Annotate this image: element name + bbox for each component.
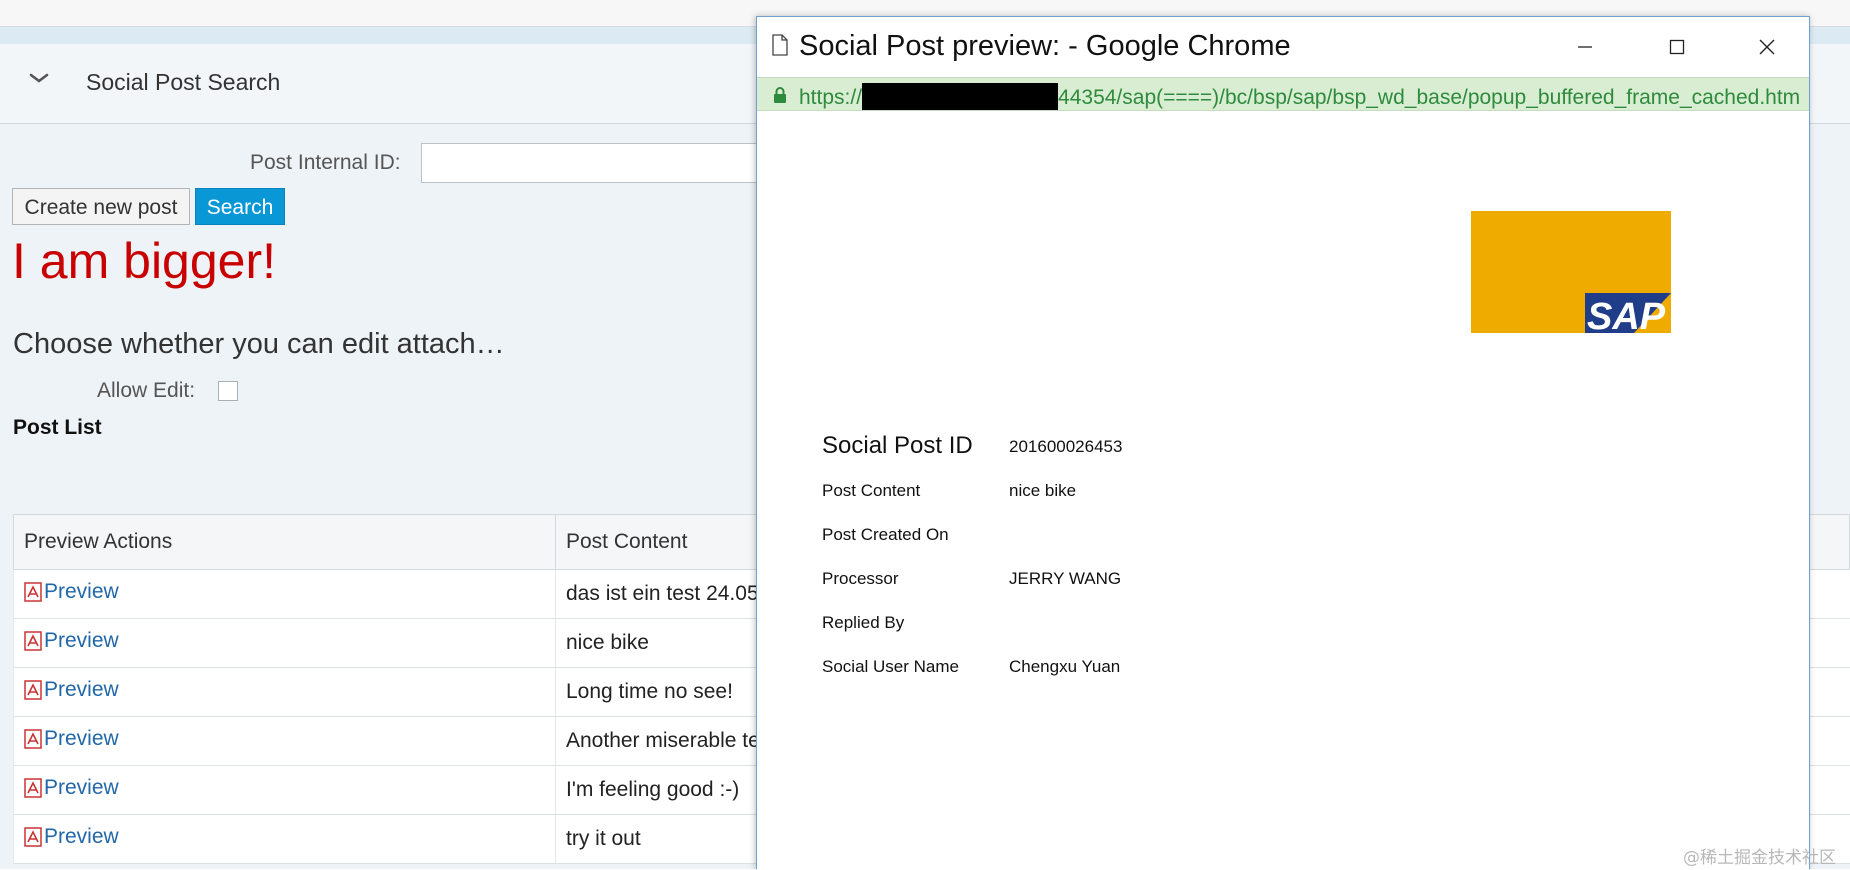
allow-edit-checkbox[interactable] [218,381,238,401]
preview-link-label: Preview [44,825,119,848]
big-red-text: I am bigger! [12,233,277,289]
preview-action-cell: Preview [13,618,556,668]
preview-action-cell: Preview [13,716,556,766]
social-user-name-value: Chengxu Yuan [1009,657,1121,676]
sap-logo: SAP [1471,211,1671,333]
post-content-value: nice bike [1009,481,1077,500]
preview-action-cell: Preview [13,667,556,717]
preview-content: SAP Social Post ID 201600026453 Post Con… [757,112,1809,870]
pdf-icon [24,827,42,847]
post-list-title: Post List [13,416,102,439]
preview-action-cell: Preview [13,765,556,815]
window-titlebar[interactable]: Social Post preview: - Google Chrome [757,17,1809,77]
url-path: 44354/sap(====)/bc/bsp/sap/bsp_wd_base/p… [1058,86,1801,109]
preview-link-label: Preview [44,776,119,799]
chevron-down-icon[interactable] [26,66,52,92]
watermark: @稀土掘金技术社区 [1683,848,1836,868]
processor-label: Processor [822,569,899,588]
maximize-icon [1669,39,1685,55]
address-bar[interactable]: https:// 44354/sap(====)/bc/bsp/sap/bsp_w… [757,77,1809,111]
window-title: Social Post preview: - Google Chrome [799,30,1291,62]
preview-link[interactable]: Preview [24,825,119,849]
url-prefix: https:// [799,86,863,109]
page-icon [772,34,788,56]
maximize-button[interactable] [1657,29,1697,65]
preview-action-cell: Preview [13,814,556,864]
preview-link[interactable]: Preview [24,776,119,800]
social-post-id-label: Social Post ID [822,432,973,459]
close-icon [1759,39,1775,55]
section-title: Social Post Search [86,69,281,95]
post-created-on-label: Post Created On [822,525,949,544]
pdf-icon [24,729,42,749]
preview-link[interactable]: Preview [24,727,119,751]
preview-link-label: Preview [44,629,119,652]
preview-link[interactable]: Preview [24,580,119,604]
url-text[interactable]: https:// 44354/sap(====)/bc/bsp/sap/bsp_w… [799,83,1801,110]
processor-value: JERRY WANG [1009,569,1122,588]
preview-link[interactable]: Preview [24,678,119,702]
social-post-id-value: 201600026453 [1009,437,1123,456]
edit-attachment-caption: Choose whether you can edit attach… [13,328,505,360]
redacted-host [862,83,1059,110]
social-user-name-label: Social User Name [822,657,959,676]
pdf-icon [24,778,42,798]
preview-link-label: Preview [44,727,119,750]
preview-link[interactable]: Preview [24,629,119,653]
pdf-icon [24,582,42,602]
replied-by-label: Replied By [822,613,905,632]
close-button[interactable] [1747,29,1787,65]
sap-logo-text: SAP [1587,296,1666,333]
create-post-button[interactable]: Create new post [12,188,190,225]
minimize-icon [1578,46,1592,48]
column-header-preview-actions[interactable]: Preview Actions [13,514,556,570]
chrome-popup-window[interactable]: Social Post preview: - Google Chrome htt… [756,16,1810,870]
pdf-icon [24,631,42,651]
preview-link-label: Preview [44,678,119,701]
pdf-icon [24,680,42,700]
post-content-label: Post Content [822,481,921,500]
lock-icon [774,87,786,103]
post-id-label: Post Internal ID: [250,151,401,174]
minimize-button[interactable] [1565,29,1605,65]
search-button[interactable]: Search [195,188,285,225]
allow-edit-label: Allow Edit: [97,379,196,402]
preview-action-cell: Preview [13,569,556,619]
preview-link-label: Preview [44,580,119,603]
